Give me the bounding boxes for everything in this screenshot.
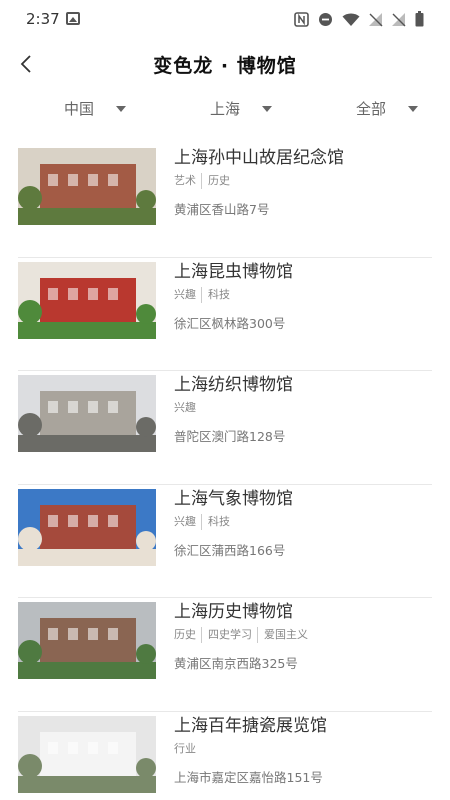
museum-tag: 兴趣 xyxy=(174,287,196,301)
museum-info: 上海昆虫博物馆兴趣 科技徐汇区枫林路300号 xyxy=(174,260,432,333)
museum-name: 上海孙中山故居纪念馆 xyxy=(174,148,344,168)
city-filter-label: 上海 xyxy=(210,100,241,118)
signal-off-icon xyxy=(369,12,383,26)
museum-tags: 历史 四史学习 爱国主义 xyxy=(174,627,432,643)
museum-tag: 兴趣 xyxy=(174,514,196,528)
dropdown-arrow-icon xyxy=(262,105,273,112)
category-filter-label: 全部 xyxy=(356,100,387,118)
museum-tag: 科技 xyxy=(201,286,230,303)
museum-tag: 行业 xyxy=(174,741,196,755)
dropdown-arrow-icon xyxy=(408,105,419,112)
header: 变色龙 · 博物馆 xyxy=(0,40,450,90)
museum-tag: 艺术 xyxy=(174,174,196,187)
museum-address: 黄浦区南京西路325号 xyxy=(174,656,298,671)
museum-info: 上海孙中山故居纪念馆艺术 历史黄浦区香山路7号 xyxy=(174,146,432,219)
nfc-icon xyxy=(294,11,309,27)
photo-icon xyxy=(66,12,80,25)
museum-list-item[interactable]: 上海历史博物馆 历史 四史学习 爱国主义 黄浦区南京西路325号 xyxy=(18,598,432,712)
museum-name: 上海百年搪瓷展览馆 xyxy=(174,715,327,736)
signal-off-icon xyxy=(392,12,406,26)
museum-tags: 兴趣 科技 xyxy=(174,513,432,530)
museum-tag: 四史学习 xyxy=(201,627,252,643)
museum-info: 上海百年搪瓷展览馆行业上海市嘉定区嘉怡路151号 xyxy=(174,714,432,787)
country-filter-label: 中国 xyxy=(64,100,95,118)
city-filter-dropdown[interactable]: 上海 xyxy=(210,98,273,119)
museum-thumbnail xyxy=(18,602,156,679)
museum-thumbnail xyxy=(18,148,156,225)
museum-name: 上海气象博物馆 xyxy=(174,488,293,509)
museum-tags: 兴趣 xyxy=(174,400,432,416)
museum-tag: 兴趣 xyxy=(174,401,196,414)
museum-list: 上海孙中山故居纪念馆 艺术 历史 黄浦区香山路7号 上海昆虫博物馆 兴趣 科技 徐汇区枫林路3… xyxy=(18,144,432,800)
filter-bar: 中国 上海 全部 xyxy=(0,92,450,126)
museum-address: 普陀区澳门路128号 xyxy=(174,429,286,444)
dropdown-arrow-icon xyxy=(116,105,127,112)
museum-tag: 科技 xyxy=(201,513,230,530)
museum-thumbnail xyxy=(18,261,156,339)
museum-thumbnail xyxy=(18,488,156,566)
museum-address: 黄浦区香山路7号 xyxy=(174,202,270,217)
museum-address: 徐汇区蒲西路166号 xyxy=(174,542,286,558)
battery-icon xyxy=(415,11,424,27)
museum-list-item[interactable]: 上海纺织博物馆兴趣普陀区澳门路128号 xyxy=(18,371,432,485)
museum-tag: 历史 xyxy=(174,628,196,641)
museum-info: 上海历史博物馆 历史 四史学习 爱国主义 黄浦区南京西路325号 xyxy=(174,600,432,673)
museum-name: 上海昆虫博物馆 xyxy=(174,261,293,282)
page-title: 变色龙 · 博物馆 xyxy=(153,55,297,77)
museum-tags: 行业 xyxy=(174,741,432,757)
category-filter-dropdown[interactable]: 全部 xyxy=(356,98,419,119)
museum-tags: 兴趣 科技 xyxy=(174,286,432,303)
museum-name: 上海历史博物馆 xyxy=(174,602,293,622)
museum-thumbnail xyxy=(18,375,156,452)
museum-info: 上海纺织博物馆兴趣普陀区澳门路128号 xyxy=(174,373,432,446)
museum-list-item[interactable]: 上海孙中山故居纪念馆艺术 历史黄浦区香山路7号 xyxy=(18,144,432,258)
country-filter-dropdown[interactable]: 中国 xyxy=(64,98,127,119)
museum-list-item[interactable]: 上海气象博物馆兴趣 科技徐汇区蒲西路166号 xyxy=(18,485,432,598)
status-bar: 2:37 xyxy=(0,0,450,38)
status-icons xyxy=(294,11,424,27)
wifi-icon xyxy=(342,13,360,26)
museum-info: 上海气象博物馆兴趣 科技徐汇区蒲西路166号 xyxy=(174,487,432,560)
dnd-icon xyxy=(319,12,332,26)
museum-tag: 历史 xyxy=(201,173,230,189)
museum-address: 徐汇区枫林路300号 xyxy=(174,315,286,331)
museum-tag: 爱国主义 xyxy=(257,627,308,643)
museum-name: 上海纺织博物馆 xyxy=(174,375,293,395)
museum-address: 上海市嘉定区嘉怡路151号 xyxy=(174,769,323,785)
museum-tags: 艺术 历史 xyxy=(174,173,432,189)
museum-list-item[interactable]: 上海昆虫博物馆兴趣 科技徐汇区枫林路300号 xyxy=(18,258,432,371)
museum-list-item[interactable]: 上海百年搪瓷展览馆行业上海市嘉定区嘉怡路151号 xyxy=(18,712,432,800)
museum-thumbnail xyxy=(18,715,156,793)
status-time: 2:37 xyxy=(26,10,60,28)
